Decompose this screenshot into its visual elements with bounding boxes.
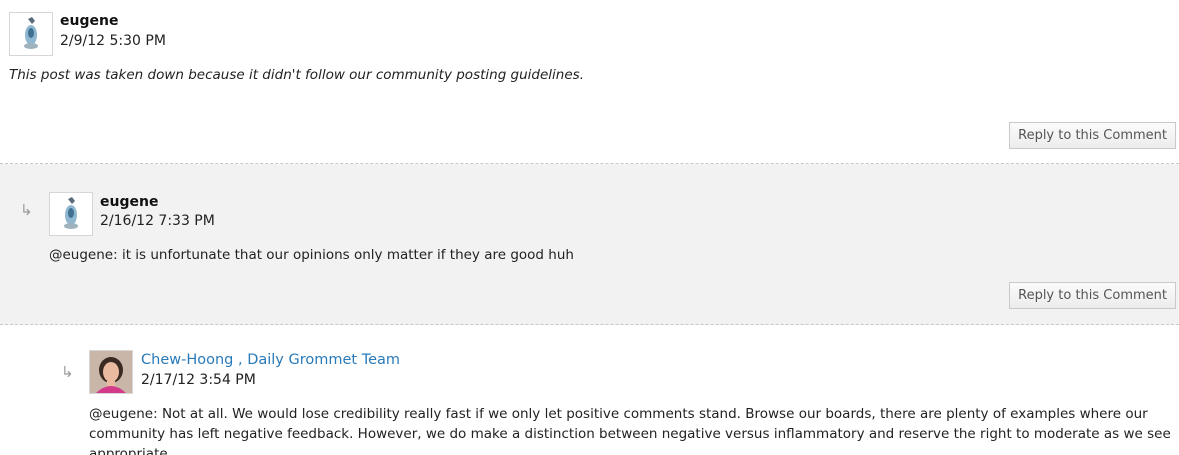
user-avatar-icon (50, 193, 92, 235)
comment-author: eugene (60, 13, 119, 29)
comment-text: This post was taken down because it didn… (9, 67, 584, 83)
comment-item: eugene 2/9/12 5:30 PM This post was take… (0, 0, 1179, 164)
user-photo-icon (90, 351, 132, 393)
reply-arrow-icon: ↳ (61, 363, 74, 381)
comment-text: @eugene: Not at all. We would lose credi… (89, 406, 1171, 455)
avatar[interactable] (49, 192, 93, 236)
comment-author: eugene (100, 194, 159, 210)
user-avatar-icon (10, 13, 52, 55)
comment-date: 2/17/12 3:54 PM (141, 372, 256, 388)
comment-item: ↳ Chew-Hoong , Daily Grommet Team 2/17/1… (0, 326, 1179, 455)
comment-date: 2/16/12 7:33 PM (100, 213, 215, 229)
comment-author-link[interactable]: Chew-Hoong , Daily Grommet Team (141, 352, 400, 368)
avatar[interactable] (9, 12, 53, 56)
comment-item: ↳ eugene 2/16/12 7:33 PM @eugene: it is … (0, 164, 1179, 325)
avatar[interactable] (89, 350, 133, 394)
comment-text: @eugene: it is unfortunate that our opin… (49, 247, 574, 263)
comment-date: 2/9/12 5:30 PM (60, 33, 166, 49)
reply-button[interactable]: Reply to this Comment (1009, 122, 1176, 149)
reply-arrow-icon: ↳ (20, 201, 33, 219)
reply-button[interactable]: Reply to this Comment (1009, 282, 1176, 309)
